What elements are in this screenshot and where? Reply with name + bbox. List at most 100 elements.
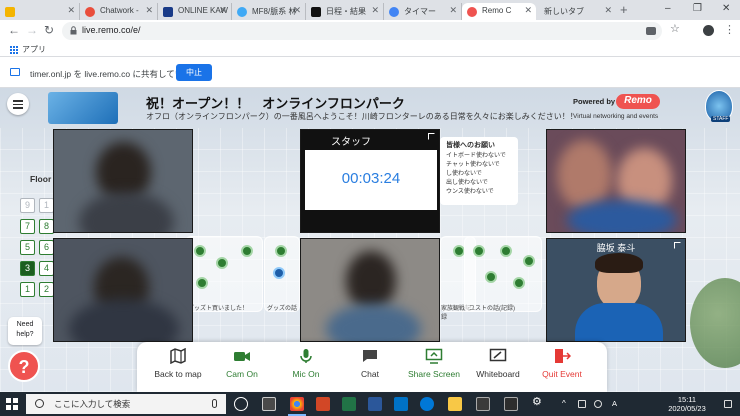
- participant-video-tile[interactable]: [546, 129, 686, 233]
- microphone-icon: [300, 349, 312, 363]
- browser-tab[interactable]: ✕: [0, 3, 80, 20]
- browser-tab[interactable]: Chatwork - ✕: [80, 3, 158, 20]
- seat[interactable]: [241, 245, 253, 257]
- taskbar-clock[interactable]: 15:11 2020/05/23: [660, 395, 714, 413]
- apps-bookmark[interactable]: アプリ: [22, 44, 46, 55]
- cam-on-button[interactable]: Cam On: [211, 348, 273, 379]
- seat[interactable]: [216, 257, 228, 269]
- reload-icon[interactable]: ↻: [44, 23, 54, 37]
- browser-tab[interactable]: MF8/脈系 林 ✕: [232, 3, 306, 20]
- chrome-icon[interactable]: [290, 397, 304, 411]
- minimize-button[interactable]: –: [665, 3, 671, 14]
- whiteboard-button[interactable]: Whiteboard: [467, 348, 529, 379]
- more-menu-icon[interactable]: ⋮: [724, 23, 735, 36]
- stop-sharing-button[interactable]: 中止: [176, 64, 212, 81]
- table-room[interactable]: グッズト買いました！: [185, 236, 263, 312]
- seat[interactable]: [196, 277, 208, 289]
- tray-chevron-icon[interactable]: ^: [562, 399, 566, 408]
- file-explorer-icon[interactable]: [448, 397, 462, 411]
- tab-close-icon[interactable]: ✕: [145, 5, 153, 16]
- seat[interactable]: [194, 245, 206, 257]
- store-icon[interactable]: [476, 397, 490, 411]
- remo-favicon-icon: [467, 7, 477, 17]
- menu-button[interactable]: [7, 93, 29, 115]
- floor-button[interactable]: 1: [39, 198, 54, 213]
- floor-button[interactable]: 2: [39, 282, 54, 297]
- outlook-icon[interactable]: [394, 397, 408, 411]
- floor-button[interactable]: 7: [20, 219, 35, 234]
- browser-tab[interactable]: タイマー ✕: [384, 3, 462, 20]
- floor-button[interactable]: 5: [20, 240, 35, 255]
- browser-tab[interactable]: 新しいタブ ✕: [538, 3, 616, 20]
- edge-icon[interactable]: [420, 397, 434, 411]
- tab-close-icon[interactable]: ✕: [449, 5, 457, 16]
- taskbar-search-box[interactable]: ここに入力して検索: [26, 394, 226, 414]
- floor-button[interactable]: 8: [39, 219, 54, 234]
- notification-center-icon[interactable]: [724, 400, 732, 408]
- camera-in-use-icon[interactable]: [646, 27, 656, 35]
- tab-close-icon[interactable]: ✕: [371, 5, 379, 16]
- windows-start-icon[interactable]: [6, 398, 18, 410]
- excel-icon[interactable]: [342, 397, 356, 411]
- screen-share-icon: [10, 68, 20, 76]
- microphone-icon[interactable]: [212, 399, 217, 408]
- browser-tab-active[interactable]: Remo C ✕: [462, 3, 536, 20]
- avatar[interactable]: [703, 25, 714, 36]
- browser-tab[interactable]: ONLINE KAW ✕: [158, 3, 232, 20]
- word-icon[interactable]: [368, 397, 382, 411]
- participant-video-tile-named[interactable]: 脇坂 泰斗: [546, 238, 686, 342]
- back-to-map-button[interactable]: Back to map: [147, 348, 209, 379]
- forward-arrow-icon[interactable]: →: [26, 23, 38, 37]
- apps-grid-icon[interactable]: [9, 45, 18, 54]
- address-bar[interactable]: live.remo.co/e/: [62, 22, 662, 40]
- ime-indicator[interactable]: A: [612, 399, 617, 408]
- settings-gear-icon[interactable]: ⚙: [532, 395, 546, 409]
- chat-button[interactable]: Chat: [339, 348, 401, 379]
- event-subtitle: オフロ（オンラインフロンパーク）の一番風呂へようこそ！川崎フロンターレのある日常…: [146, 112, 578, 121]
- floor-button[interactable]: 6: [39, 240, 54, 255]
- participant-video-tile[interactable]: [300, 238, 440, 342]
- tab-close-icon[interactable]: ✕: [293, 5, 301, 16]
- seat[interactable]: [273, 267, 285, 279]
- tab-close-icon[interactable]: ✕: [67, 5, 75, 16]
- participant-video-tile[interactable]: [53, 238, 193, 342]
- desktop-icon[interactable]: [262, 397, 276, 411]
- notice-line: ウンス使わないで: [446, 189, 494, 195]
- volume-icon[interactable]: [594, 400, 602, 408]
- seat[interactable]: [523, 255, 535, 267]
- tab-close-icon[interactable]: ✕: [219, 5, 227, 16]
- task-view-icon[interactable]: [234, 397, 248, 411]
- participant-video-tile[interactable]: [53, 129, 193, 233]
- browser-tab[interactable]: 日程・結果 ✕: [306, 3, 384, 20]
- powerpoint-icon[interactable]: [316, 397, 330, 411]
- share-notice-text: timer.onl.jp を live.remo.co に共有しています: [30, 69, 201, 79]
- table-room[interactable]: グッズの話: [264, 236, 300, 312]
- seat[interactable]: [500, 245, 512, 257]
- help-button[interactable]: ?: [8, 350, 40, 382]
- mic-on-button[interactable]: Mic On: [275, 348, 337, 379]
- seat[interactable]: [513, 277, 525, 289]
- expand-icon[interactable]: [428, 133, 435, 140]
- bookmark-star-icon[interactable]: ☆: [670, 22, 681, 35]
- floor-button[interactable]: 1: [20, 282, 35, 297]
- new-tab-button[interactable]: +: [620, 2, 628, 17]
- mail-icon[interactable]: [504, 397, 518, 411]
- quit-event-button[interactable]: Quit Event: [531, 348, 593, 379]
- seat[interactable]: [485, 271, 497, 283]
- table-room[interactable]: ユストの話(記録): [464, 236, 542, 312]
- staff-screen-share-tile[interactable]: スタッフ 00:03:24: [300, 129, 440, 233]
- tab-label: 日程・結果: [326, 7, 366, 16]
- expand-icon[interactable]: [674, 242, 681, 249]
- seat[interactable]: [275, 245, 287, 257]
- floor-button[interactable]: 9: [20, 198, 35, 213]
- network-icon[interactable]: [578, 400, 586, 408]
- maximize-button[interactable]: ❐: [693, 3, 702, 14]
- close-window-button[interactable]: ✕: [722, 3, 730, 14]
- floor-button[interactable]: 4: [39, 261, 54, 276]
- back-arrow-icon[interactable]: ←: [8, 23, 20, 37]
- share-screen-button[interactable]: Share Screen: [403, 348, 465, 379]
- tab-close-icon[interactable]: ✕: [604, 5, 612, 16]
- seat[interactable]: [473, 245, 485, 257]
- tab-close-icon[interactable]: ✕: [524, 5, 532, 16]
- floor-button-active[interactable]: 3: [20, 261, 35, 276]
